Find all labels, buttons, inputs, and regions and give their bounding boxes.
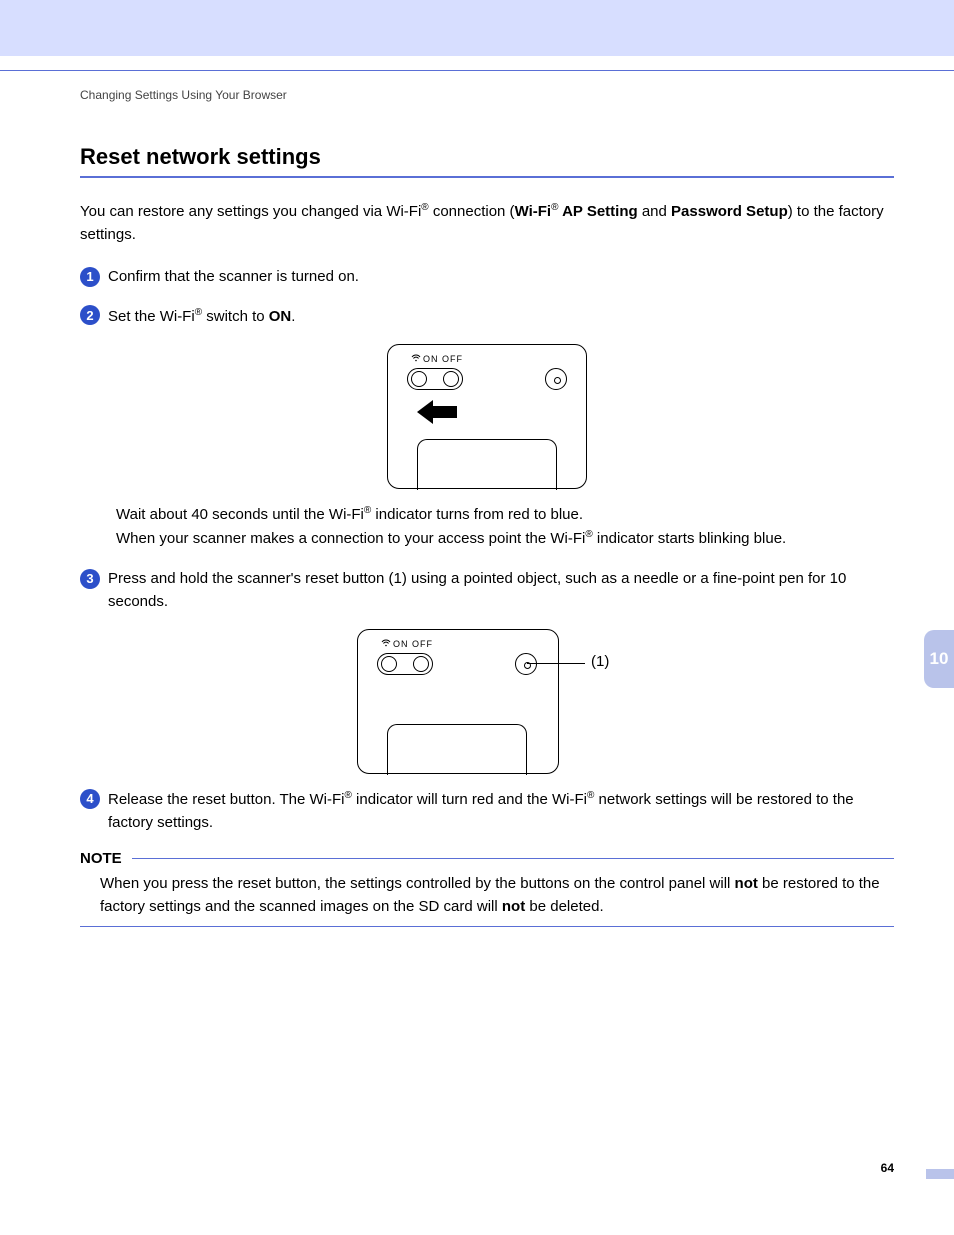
switch-knob bbox=[443, 371, 459, 387]
text-bold: Password Setup bbox=[671, 203, 788, 220]
text: indicator starts blinking blue. bbox=[593, 530, 786, 547]
text: Release the reset button. The Wi-Fi bbox=[108, 791, 345, 808]
content: Changing Settings Using Your Browser Res… bbox=[80, 88, 894, 927]
text-bold: AP Setting bbox=[558, 203, 637, 220]
text: be deleted. bbox=[525, 898, 603, 915]
text-bold: not bbox=[502, 898, 525, 915]
note-bottom-rule bbox=[80, 926, 894, 927]
switch-labels: ON OFF bbox=[393, 639, 433, 649]
text-bold: ON bbox=[269, 308, 292, 325]
text: Wait about 40 seconds until the Wi-Fi bbox=[116, 506, 364, 523]
device: ON OFF (1) bbox=[357, 629, 617, 774]
step-badge-wrap: 3 bbox=[80, 568, 108, 613]
device-illustration-2: ON OFF (1) bbox=[80, 629, 894, 774]
registered-mark: ® bbox=[421, 202, 428, 213]
step-badge-wrap: 4 bbox=[80, 788, 108, 834]
header-band bbox=[0, 0, 954, 56]
text: When your scanner makes a connection to … bbox=[116, 530, 585, 547]
step-text: Release the reset button. The Wi-Fi® ind… bbox=[108, 788, 894, 834]
note-rule bbox=[132, 858, 894, 859]
step-number-badge: 4 bbox=[80, 789, 100, 809]
note-title: NOTE bbox=[80, 850, 122, 867]
page-title: Reset network settings bbox=[80, 144, 894, 170]
step-2-continued: Wait about 40 seconds until the Wi-Fi ® i… bbox=[116, 503, 894, 550]
registered-mark: ® bbox=[195, 307, 202, 318]
step-number-badge: 1 bbox=[80, 267, 100, 287]
switch-knob bbox=[381, 656, 397, 672]
switch-knob bbox=[411, 371, 427, 387]
text: indicator turns from red to blue. bbox=[371, 506, 583, 523]
text: and bbox=[638, 203, 671, 220]
text: You can restore any settings you changed… bbox=[80, 203, 421, 220]
section-breadcrumb: Changing Settings Using Your Browser bbox=[80, 88, 894, 102]
step-number-badge: 2 bbox=[80, 305, 100, 325]
step-badge-wrap: 1 bbox=[80, 266, 108, 289]
text-bold: not bbox=[735, 875, 758, 892]
intro-paragraph: You can restore any settings you changed… bbox=[80, 200, 894, 246]
page-number: 64 bbox=[881, 1161, 894, 1175]
step-4: 4 Release the reset button. The Wi-Fi® i… bbox=[80, 788, 894, 834]
registered-mark: ® bbox=[345, 790, 352, 801]
registered-mark: ® bbox=[585, 529, 592, 540]
text: switch to bbox=[202, 308, 269, 325]
arrow-left-icon bbox=[417, 400, 457, 429]
callout-line bbox=[527, 663, 585, 664]
step-badge-wrap: 2 bbox=[80, 305, 108, 329]
text: When you press the reset button, the set… bbox=[100, 875, 735, 892]
reset-button bbox=[545, 368, 567, 390]
step-text: Set the Wi-Fi® switch to ON. bbox=[108, 305, 894, 329]
reset-button bbox=[515, 653, 537, 675]
text: Set the Wi-Fi bbox=[108, 308, 195, 325]
text: connection ( bbox=[429, 203, 515, 220]
note-header: NOTE bbox=[80, 850, 894, 867]
wifi-icon bbox=[411, 354, 421, 364]
step-text: Confirm that the scanner is turned on. bbox=[108, 266, 894, 289]
step-text: Press and hold the scanner's reset butto… bbox=[108, 568, 894, 613]
button-dot bbox=[554, 377, 561, 384]
text-bold: Wi-Fi bbox=[515, 203, 552, 220]
chapter-tab: 10 bbox=[924, 630, 954, 688]
step-number-badge: 3 bbox=[80, 569, 100, 589]
wifi-icon bbox=[381, 639, 391, 649]
note-body: When you press the reset button, the set… bbox=[100, 873, 894, 918]
device: ON OFF bbox=[387, 344, 587, 489]
callout-label: (1) bbox=[591, 653, 609, 670]
device-slot bbox=[387, 724, 527, 775]
switch-labels: ON OFF bbox=[423, 354, 463, 364]
switch-knob bbox=[413, 656, 429, 672]
title-rule bbox=[80, 176, 894, 178]
note-block: NOTE When you press the reset button, th… bbox=[80, 850, 894, 927]
corner-accent bbox=[926, 1169, 954, 1179]
wifi-switch bbox=[377, 653, 433, 675]
device-slot bbox=[417, 439, 557, 490]
page: Changing Settings Using Your Browser Res… bbox=[0, 0, 954, 1235]
wifi-switch bbox=[407, 368, 463, 390]
step-1: 1 Confirm that the scanner is turned on. bbox=[80, 266, 894, 289]
header-rule bbox=[0, 70, 954, 71]
step-2: 2 Set the Wi-Fi® switch to ON. bbox=[80, 305, 894, 329]
device-illustration-1: ON OFF bbox=[80, 344, 894, 489]
step-3: 3 Press and hold the scanner's reset but… bbox=[80, 568, 894, 613]
text: indicator will turn red and the Wi-Fi bbox=[352, 791, 587, 808]
text: . bbox=[291, 308, 295, 325]
